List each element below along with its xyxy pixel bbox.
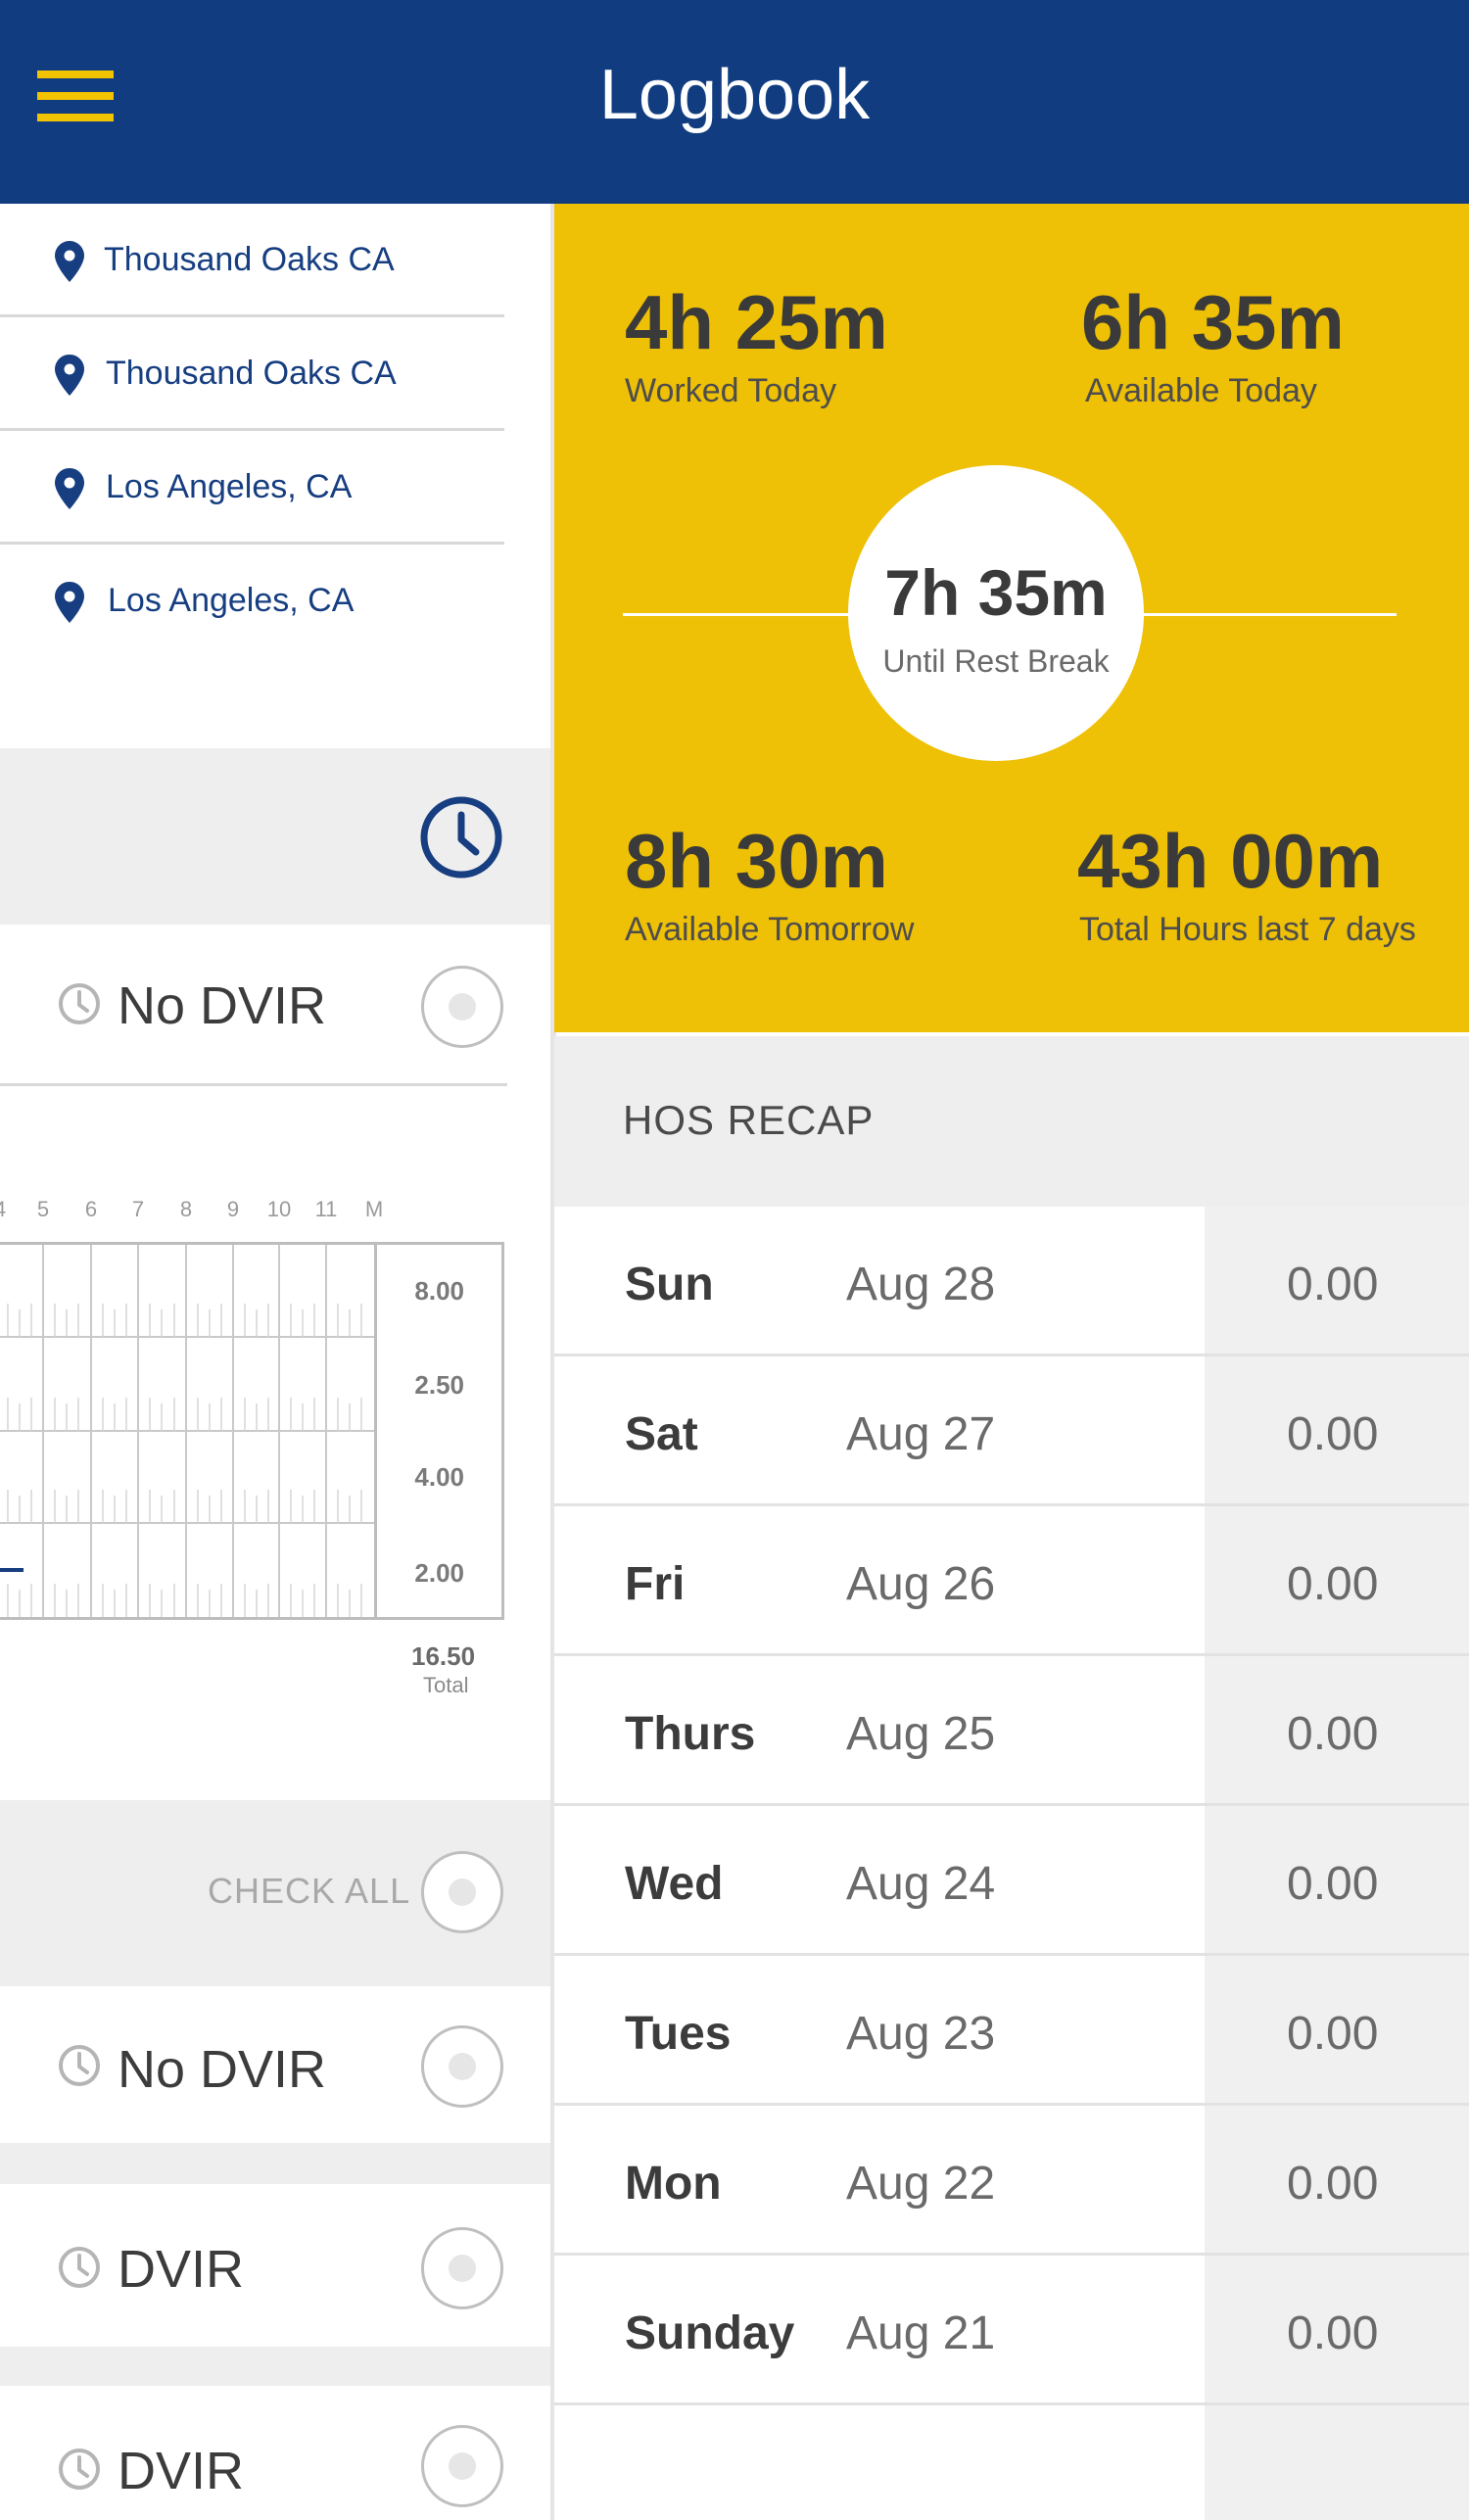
recap-day: Fri [625,1558,686,1610]
location-item[interactable]: Los Angeles, CA [0,431,504,545]
hour-label: 5 [36,1197,50,1221]
clock-icon [59,983,100,1024]
select-radio[interactable] [421,966,503,1048]
recap-date: Aug 26 [846,1558,996,1610]
recap-day: Sat [625,1408,698,1460]
recap-row[interactable]: Mon Aug 22 0.00 [554,2106,1469,2256]
recap-row[interactable]: Fri Aug 26 0.00 [554,1506,1469,1656]
until-rest-break-value: 7h 35m [884,556,1108,629]
total-hours-label: Total Hours last 7 days [1079,911,1416,948]
select-radio[interactable] [421,2025,503,2108]
hour-label: 11 [314,1197,338,1221]
hour-label: 7 [131,1197,145,1221]
available-today-label: Available Today [1085,372,1317,409]
location-item[interactable]: Los Angeles, CA [0,545,504,658]
divider [0,1083,507,1086]
hos-recap-title: HOS RECAP [623,1097,875,1143]
hos-recap-header: HOS RECAP [554,1036,1469,1207]
dvir-status-label: No DVIR [118,2040,327,2099]
hour-label: 10 [266,1197,292,1221]
dvir-status-label: DVIR [118,2240,245,2299]
duty-status-grid: 8.00 2.50 4.00 2.00 [0,1242,504,1620]
hour-label: 9 [226,1197,240,1221]
log-row[interactable]: DVIR [0,2184,550,2347]
row-total: 4.00 [414,1462,464,1492]
select-radio[interactable] [421,2425,503,2507]
worked-today-label: Worked Today [625,372,837,409]
recap-hours: 0.00 [1287,2307,1379,2359]
location-pin-icon [55,582,84,623]
hour-label: 4 [0,1197,6,1222]
recap-row[interactable]: Thurs Aug 25 0.00 [554,1656,1469,1806]
grid-total-value: 16.50 [411,1641,476,1671]
recap-row[interactable]: Sun Aug 28 0.00 [554,1207,1469,1356]
recap-date: Aug 21 [846,2307,996,2359]
available-tomorrow-label: Available Tomorrow [625,911,915,948]
recap-day: Thurs [625,1708,756,1760]
location-label: Thousand Oaks CA [106,355,397,392]
recap-date: Aug 23 [846,2008,996,2060]
recap-row[interactable]: Wed Aug 24 0.00 [554,1806,1469,1956]
recap-day: Wed [625,1858,724,1910]
recap-row[interactable]: Tues Aug 23 0.00 [554,1956,1469,2106]
recap-hours: 0.00 [1287,1708,1379,1760]
recap-day: Sunday [625,2307,795,2359]
location-pin-icon [55,241,84,282]
recap-row[interactable]: Sunday Aug 21 0.00 [554,2256,1469,2405]
recap-day: Sun [625,1259,714,1310]
recap-date: Aug 28 [846,1259,996,1310]
row-separator [0,2347,550,2386]
available-tomorrow-value: 8h 30m [625,818,888,904]
available-today-value: 6h 35m [1081,279,1345,365]
total-hours-value: 43h 00m [1077,818,1384,904]
grid-totals-column: 8.00 2.50 4.00 2.00 [374,1245,501,1617]
recap-day: Mon [625,2158,722,2210]
check-all-label[interactable]: CHECK ALL [208,1871,410,1912]
recap-hours: 0.00 [1287,1259,1379,1310]
recap-day: Tues [625,2008,732,2060]
recap-date: Aug 25 [846,1708,996,1760]
clock-icon [59,2247,100,2288]
app-header: Logbook [0,0,1469,204]
worked-today-value: 4h 25m [625,279,888,365]
location-label: Thousand Oaks CA [104,241,395,278]
row-total: 2.50 [414,1370,464,1400]
select-radio[interactable] [421,2227,503,2309]
recap-hours: 0.00 [1287,1858,1379,1910]
recap-hours: 0.00 [1287,2158,1379,2210]
hour-label: M [364,1197,384,1221]
dvir-status-label: No DVIR [118,976,327,1035]
location-label: Los Angeles, CA [108,582,355,619]
recap-date: Aug 22 [846,2158,996,2210]
recap-date: Aug 24 [846,1858,996,1910]
clock-icon [59,2045,100,2086]
location-item[interactable]: Thousand Oaks CA [0,204,504,317]
until-rest-break-label: Until Rest Break [882,643,1110,679]
row-total: 8.00 [414,1276,464,1306]
grid-total-label: Total [423,1673,469,1697]
grid-lines [0,1245,374,1617]
clock-icon[interactable] [419,795,503,880]
recap-hours: 0.00 [1287,2008,1379,2060]
log-row[interactable]: DVIR [0,2386,550,2520]
row-total: 2.00 [414,1558,464,1588]
row-separator [0,2143,550,2184]
recap-row[interactable]: Sat Aug 27 0.00 [554,1356,1469,1506]
clock-icon [59,2449,100,2490]
hour-label: 8 [179,1197,193,1221]
page-title: Logbook [598,56,871,134]
location-pin-icon [55,468,84,509]
location-label: Los Angeles, CA [106,468,353,505]
location-pin-icon [55,355,84,396]
check-all-radio[interactable] [421,1851,503,1933]
recap-date: Aug 27 [846,1408,996,1460]
recap-hours: 0.00 [1287,1558,1379,1610]
hour-label: 6 [84,1197,98,1221]
log-row[interactable]: No DVIR [0,1986,550,2143]
recap-hours: 0.00 [1287,1408,1379,1460]
dvir-status-label: DVIR [118,2442,245,2500]
rest-break-circle: 7h 35m Until Rest Break [848,465,1144,761]
log-row[interactable]: No DVIR [0,925,550,1085]
location-item[interactable]: Thousand Oaks CA [0,317,504,431]
